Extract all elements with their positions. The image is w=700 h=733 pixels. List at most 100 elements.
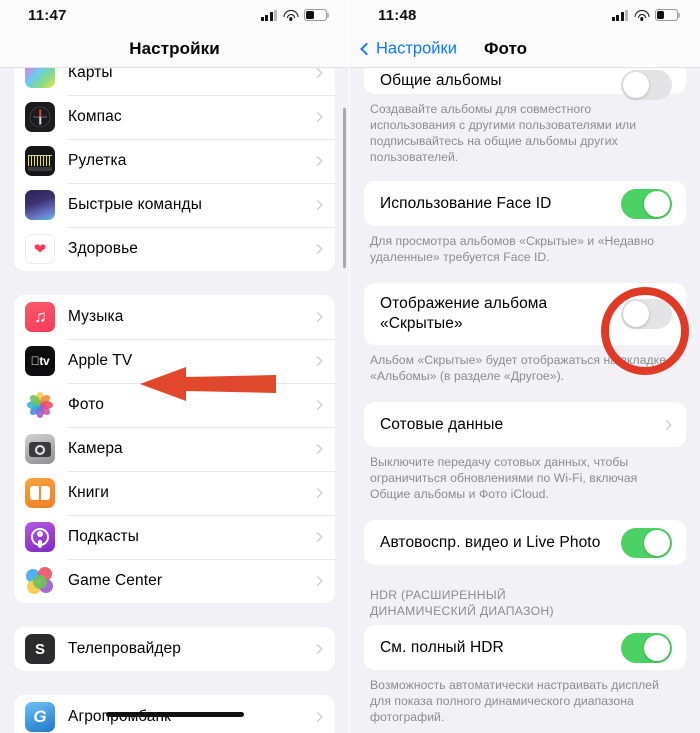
setting-row-autoplay[interactable]: Автовоспр. видео и Live Photo [364, 520, 686, 565]
sidebar-item-game-center[interactable]: Game Center [14, 559, 335, 603]
memories-section-header: ВОСПОМИНАНИЯ [350, 725, 700, 733]
left-scroll-body[interactable]: Карты Компас Рулетка Быстрые команды ❤ З… [0, 68, 349, 733]
row-label: Агропромбанк [68, 708, 171, 726]
chevron-right-icon [312, 68, 323, 78]
row-label: Фото [68, 396, 105, 413]
setting-label: Автовоспр. видео и Live Photo [380, 533, 601, 551]
setting-group-hidden-album: Отображение альбома «Скрытые» [364, 283, 686, 345]
status-icons [611, 9, 678, 21]
sidebar-item-health[interactable]: ❤ Здоровье [14, 227, 335, 271]
battery-icon [304, 9, 327, 21]
podcasts-app-icon [25, 522, 55, 552]
sidebar-item-maps[interactable]: Карты [14, 68, 335, 95]
row-label: Подкасты [68, 528, 139, 545]
sidebar-item-teleprovider[interactable]: S Телепровайдер [14, 627, 335, 671]
setting-group-autoplay: Автовоспр. видео и Live Photo [364, 520, 686, 565]
sidebar-item-apple-tv[interactable]: tv Apple TV [14, 339, 335, 383]
cellular-signal-icon [260, 9, 277, 21]
sidebar-item-compass[interactable]: Компас [14, 95, 335, 139]
shortcuts-app-icon [25, 190, 55, 220]
face-id-toggle[interactable] [621, 188, 672, 219]
setting-row-full-hdr[interactable]: См. полный HDR [364, 625, 686, 670]
setting-group-full-hdr: См. полный HDR [364, 625, 686, 670]
sidebar-item-measure[interactable]: Рулетка [14, 139, 335, 183]
wifi-icon [283, 9, 298, 21]
row-label: Книги [68, 484, 110, 501]
wifi-icon [634, 9, 649, 21]
photos-app-icon [25, 390, 55, 420]
back-button[interactable]: Настройки [360, 39, 457, 58]
setting-row-face-id[interactable]: Использование Face ID [364, 181, 686, 226]
battery-icon [655, 9, 678, 21]
scrollbar-indicator[interactable] [343, 108, 346, 268]
hidden-album-toggle[interactable] [621, 299, 672, 329]
setting-row-shared-albums[interactable]: Общие альбомы [364, 68, 686, 100]
chevron-right-icon [312, 244, 323, 254]
page-title: Настройки [129, 38, 220, 58]
shared-albums-toggle[interactable] [621, 70, 672, 100]
row-label: Камера [68, 440, 123, 457]
full-hdr-toggle[interactable] [621, 632, 672, 663]
sidebar-item-music[interactable]: ♫ Музыка [14, 295, 335, 339]
gamecenter-app-icon [25, 566, 55, 596]
setting-label: Использование Face ID [380, 194, 552, 212]
group-divider [0, 671, 349, 695]
setting-label: Сотовые данные [380, 415, 504, 433]
chevron-right-icon [312, 356, 323, 366]
back-button-label: Настройки [376, 39, 457, 57]
face-id-footnote: Для просмотра альбомов «Скрытые» и «Неда… [370, 234, 655, 264]
row-label: Apple TV [68, 352, 133, 369]
chevron-right-icon [312, 112, 323, 122]
camera-app-icon [25, 434, 55, 464]
chevron-right-icon [312, 444, 323, 454]
status-time: 11:48 [378, 6, 417, 24]
chevron-right-icon [312, 644, 323, 654]
sidebar-item-podcasts[interactable]: Подкасты [14, 515, 335, 559]
dual-phone-screenshot: 11:47 Настройки Карты Компас Рулетка Быс… [0, 0, 700, 733]
teleprovider-app-icon: S [25, 634, 55, 664]
setting-row-cellular-data[interactable]: Сотовые данные [364, 402, 686, 447]
cellular-data-footnote: Выключите передачу сотовых данных, чтобы… [370, 455, 638, 501]
group-divider [0, 271, 349, 295]
setting-row-hidden-album[interactable]: Отображение альбома «Скрытые» [364, 283, 686, 345]
home-indicator [106, 712, 244, 717]
row-label: Музыка [68, 308, 124, 325]
autoplay-toggle[interactable] [621, 527, 672, 558]
left-phone-settings-list: 11:47 Настройки Карты Компас Рулетка Быс… [0, 0, 350, 733]
photos-flower-glyph [27, 392, 53, 418]
settings-group-teleprovider: S Телепровайдер [14, 627, 335, 671]
chevron-right-icon [312, 712, 323, 722]
measure-app-icon [25, 146, 55, 176]
maps-app-icon [25, 68, 55, 88]
setting-group-face-id: Использование Face ID [364, 181, 686, 226]
setting-group-cellular-data: Сотовые данные [364, 402, 686, 447]
row-label: Game Center [68, 572, 163, 589]
agroprombank-app-icon: G [25, 702, 55, 732]
status-time: 11:47 [28, 6, 67, 24]
setting-label: См. полный HDR [380, 638, 504, 656]
health-app-icon: ❤ [25, 234, 55, 264]
chevron-left-icon [360, 42, 373, 55]
sidebar-item-shortcuts[interactable]: Быстрые команды [14, 183, 335, 227]
sidebar-item-camera[interactable]: Камера [14, 427, 335, 471]
chevron-right-icon [312, 488, 323, 498]
chevron-right-icon [312, 200, 323, 210]
shared-albums-footnote: Создавайте альбомы для совместного испол… [370, 102, 637, 164]
compass-app-icon [25, 102, 55, 132]
setting-label: Общие альбомы [380, 72, 502, 89]
chevron-right-icon [312, 532, 323, 542]
hidden-album-footnote: Альбом «Скрытые» будет отображаться на в… [370, 353, 667, 383]
chevron-right-icon [661, 419, 672, 430]
status-icons [260, 9, 327, 21]
cellular-signal-icon [611, 9, 628, 21]
setting-label: Отображение альбома «Скрытые» [380, 295, 548, 332]
sidebar-item-books[interactable]: Книги [14, 471, 335, 515]
hdr-section-header: HDR (РАСШИРЕННЫЙ ДИНАМИЧЕСКИЙ ДИАПАЗОН) [370, 588, 554, 618]
settings-group-media: ♫ Музыка tv Apple TV [14, 295, 335, 603]
row-label: Рулетка [68, 152, 127, 169]
sidebar-item-photos[interactable]: Фото [14, 383, 335, 427]
books-app-icon [25, 478, 55, 508]
chevron-right-icon [312, 156, 323, 166]
right-status-bar: 11:48 [350, 0, 700, 30]
right-scroll-body[interactable]: Общие альбомы Создавайте альбомы для сов… [350, 68, 700, 733]
